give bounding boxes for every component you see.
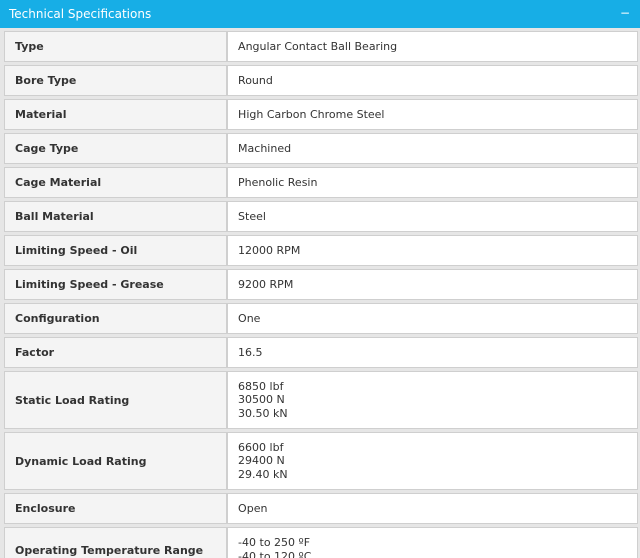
spec-row: Material High Carbon Chrome Steel xyxy=(4,99,638,130)
spec-value-line: Steel xyxy=(238,209,266,223)
spec-value: 6850 lbf 30500 N 30.50 kN xyxy=(227,371,638,429)
spec-label: Cage Type xyxy=(4,133,228,164)
spec-label: Static Load Rating xyxy=(4,371,228,429)
panel-header[interactable]: Technical Specifications − xyxy=(0,0,640,28)
spec-row: Dynamic Load Rating 6600 lbf 29400 N 29.40 … xyxy=(4,432,638,490)
spec-label: Limiting Speed - Oil xyxy=(4,235,228,266)
collapse-icon[interactable]: − xyxy=(618,6,632,20)
spec-value: 9200 RPM xyxy=(227,269,638,300)
spec-label: Cage Material xyxy=(4,167,228,198)
spec-row: Cage Material Phenolic Resin xyxy=(4,167,638,198)
spec-value-line: Open xyxy=(238,501,268,515)
spec-value: Phenolic Resin xyxy=(227,167,638,198)
spec-label: Type xyxy=(4,31,228,62)
technical-specifications-panel: Technical Specifications − Type Angular C… xyxy=(0,0,640,558)
spec-value-line: 6850 lbf xyxy=(238,379,284,393)
spec-value: 12000 RPM xyxy=(227,235,638,266)
spec-value-line: Angular Contact Ball Bearing xyxy=(238,39,398,53)
spec-value: Open xyxy=(227,493,638,524)
spec-label: Enclosure xyxy=(4,493,228,524)
spec-value: One xyxy=(227,303,638,334)
spec-row: Ball Material Steel xyxy=(4,201,638,232)
spec-value: Angular Contact Ball Bearing xyxy=(227,31,638,62)
spec-row: Cage Type Machined xyxy=(4,133,638,164)
spec-row: Configuration One xyxy=(4,303,638,334)
spec-value: High Carbon Chrome Steel xyxy=(227,99,638,130)
spec-value-line: 6600 lbf xyxy=(238,440,284,454)
spec-value-line: 12000 RPM xyxy=(238,243,301,257)
spec-row: Static Load Rating 6850 lbf 30500 N 30.50 k… xyxy=(4,371,638,429)
spec-row: Limiting Speed - Oil 12000 RPM xyxy=(4,235,638,266)
spec-value: 6600 lbf 29400 N 29.40 kN xyxy=(227,432,638,490)
spec-value-line: One xyxy=(238,311,261,325)
spec-row: Enclosure Open xyxy=(4,493,638,524)
spec-value-line: 29.40 kN xyxy=(238,467,288,481)
spec-value: Round xyxy=(227,65,638,96)
spec-label: Material xyxy=(4,99,228,130)
spec-value-line: 16.5 xyxy=(238,345,263,359)
spec-value-line: High Carbon Chrome Steel xyxy=(238,107,385,121)
spec-value: -40 to 250 ºF -40 to 120 ºC xyxy=(227,527,638,558)
spec-value: Machined xyxy=(227,133,638,164)
spec-table: Type Angular Contact Ball Bearing Bore Typ… xyxy=(4,28,638,558)
spec-row: Limiting Speed - Grease 9200 RPM xyxy=(4,269,638,300)
spec-value-line: 9200 RPM xyxy=(238,277,294,291)
spec-label: Operating Temperature Range xyxy=(4,527,228,558)
spec-label: Dynamic Load Rating xyxy=(4,432,228,490)
panel-title: Technical Specifications xyxy=(9,7,152,21)
spec-row: Bore Type Round xyxy=(4,65,638,96)
spec-value-line: Round xyxy=(238,73,273,87)
spec-value-line: -40 to 250 ºF xyxy=(238,536,311,549)
spec-value-line: 29400 N xyxy=(238,454,285,468)
spec-value-line: 30.50 kN xyxy=(238,406,288,420)
spec-value: Steel xyxy=(227,201,638,232)
spec-label: Factor xyxy=(4,337,228,368)
spec-row: Factor 16.5 xyxy=(4,337,638,368)
spec-value-line: Machined xyxy=(238,141,292,155)
spec-label: Limiting Speed - Grease xyxy=(4,269,228,300)
spec-label: Ball Material xyxy=(4,201,228,232)
spec-value-line: -40 to 120 ºC xyxy=(238,549,312,558)
spec-label: Configuration xyxy=(4,303,228,334)
spec-value: 16.5 xyxy=(227,337,638,368)
spec-label: Bore Type xyxy=(4,65,228,96)
spec-value-line: Phenolic Resin xyxy=(238,175,318,189)
spec-row: Operating Temperature Range -40 to 250 ºF… xyxy=(4,527,638,558)
spec-row: Type Angular Contact Ball Bearing xyxy=(4,31,638,62)
spec-value-line: 30500 N xyxy=(238,393,285,407)
